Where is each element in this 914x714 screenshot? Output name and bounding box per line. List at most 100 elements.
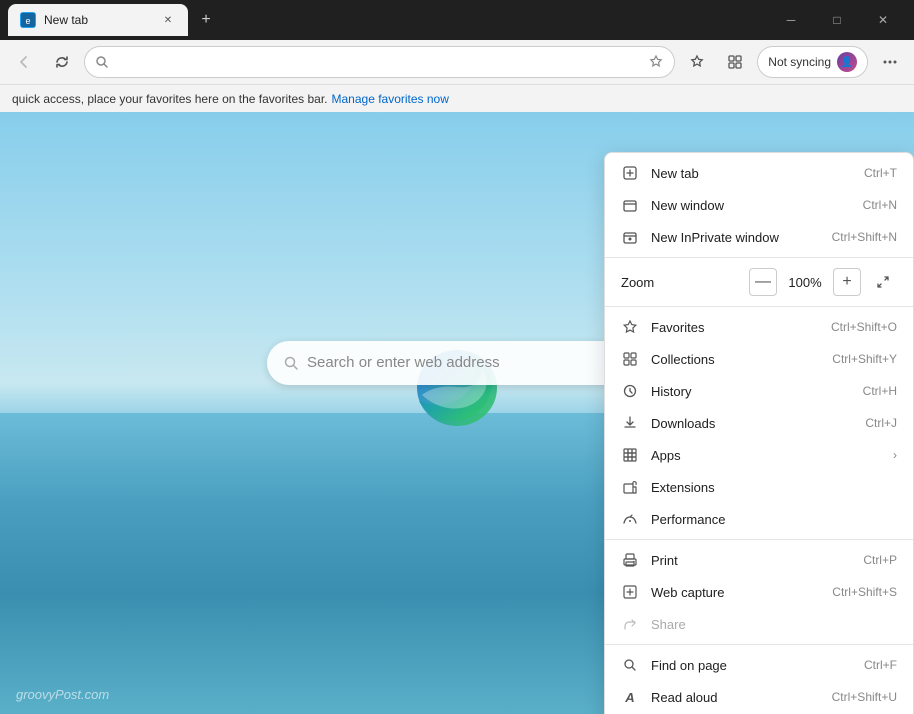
maximize-button[interactable]: □ <box>814 4 860 36</box>
menu-label-history: History <box>651 384 851 399</box>
share-icon <box>621 615 639 633</box>
collections-icon <box>621 350 639 368</box>
tab-favicon: e <box>20 12 36 28</box>
menu-label-performance: Performance <box>651 512 897 527</box>
page-search-placeholder: Search or enter web address <box>307 354 500 371</box>
zoom-label: Zoom <box>621 275 741 290</box>
menu-label-read-aloud: Read aloud <box>651 690 820 705</box>
profile-avatar: 👤 <box>837 52 857 72</box>
zoom-in-button[interactable]: + <box>833 268 861 296</box>
menu-label-downloads: Downloads <box>651 416 853 431</box>
menu-label-new-tab: New tab <box>651 166 852 181</box>
new-tab-icon <box>621 164 639 182</box>
divider-4 <box>605 644 913 645</box>
favorites-bar: quick access, place your favorites here … <box>0 84 914 112</box>
menu-item-apps[interactable]: Apps › <box>605 439 913 471</box>
close-button[interactable]: ✕ <box>860 4 906 36</box>
shortcut-web-capture: Ctrl+Shift+S <box>832 585 897 599</box>
menu-item-web-capture[interactable]: Web capture Ctrl+Shift+S <box>605 576 913 608</box>
menu-item-inprivate[interactable]: New InPrivate window Ctrl+Shift+N <box>605 221 913 253</box>
zoom-expand-button[interactable] <box>869 268 897 296</box>
menu-item-read-aloud[interactable]: A Read aloud Ctrl+Shift+U <box>605 681 913 713</box>
extensions-icon <box>621 478 639 496</box>
shortcut-history: Ctrl+H <box>863 384 897 398</box>
menu-item-history[interactable]: History Ctrl+H <box>605 375 913 407</box>
settings-menu-button[interactable] <box>874 46 906 78</box>
shortcut-favorites: Ctrl+Shift+O <box>831 320 897 334</box>
menu-item-share: Share <box>605 608 913 640</box>
title-bar: e New tab ✕ + ─ □ ✕ <box>0 0 914 40</box>
zoom-value: 100% <box>785 275 825 290</box>
find-on-page-icon <box>621 656 639 674</box>
favbar-text: quick access, place your favorites here … <box>12 92 328 106</box>
watermark: groovyPost.com <box>16 687 109 702</box>
menu-label-print: Print <box>651 553 851 568</box>
divider-3 <box>605 539 913 540</box>
dropdown-menu: New tab Ctrl+T New window Ctrl+N New InP… <box>604 152 914 714</box>
sync-button[interactable]: Not syncing 👤 <box>757 46 868 78</box>
favorites-star-icon[interactable] <box>648 54 664 70</box>
menu-label-extensions: Extensions <box>651 480 897 495</box>
menu-item-extensions[interactable]: Extensions <box>605 471 913 503</box>
favorites-icon <box>621 318 639 336</box>
apps-arrow-icon: › <box>893 448 897 462</box>
menu-label-inprivate: New InPrivate window <box>651 230 820 245</box>
divider-2 <box>605 306 913 307</box>
apps-icon <box>621 446 639 464</box>
shortcut-downloads: Ctrl+J <box>865 416 897 430</box>
shortcut-read-aloud: Ctrl+Shift+U <box>832 690 897 704</box>
menu-label-apps: Apps <box>651 448 881 463</box>
window-controls: ─ □ ✕ <box>768 4 906 36</box>
performance-icon <box>621 510 639 528</box>
tab-title: New tab <box>44 13 152 27</box>
new-tab-button[interactable]: + <box>192 6 220 34</box>
manage-favorites-link[interactable]: Manage favorites now <box>332 92 449 106</box>
read-aloud-icon: A <box>621 688 639 706</box>
zoom-out-button[interactable]: — <box>749 268 777 296</box>
web-capture-icon <box>621 583 639 601</box>
star-button[interactable] <box>681 46 713 78</box>
downloads-icon <box>621 414 639 432</box>
minimize-button[interactable]: ─ <box>768 4 814 36</box>
shortcut-inprivate: Ctrl+Shift+N <box>832 230 897 244</box>
print-icon <box>621 551 639 569</box>
page-search-bar[interactable]: Search or enter web address <box>267 341 647 385</box>
address-bar[interactable] <box>84 46 675 78</box>
menu-item-new-tab[interactable]: New tab Ctrl+T <box>605 157 913 189</box>
svg-text:e: e <box>25 16 30 26</box>
history-icon <box>621 382 639 400</box>
menu-item-performance[interactable]: Performance <box>605 503 913 535</box>
menu-item-new-window[interactable]: New window Ctrl+N <box>605 189 913 221</box>
new-window-icon <box>621 196 639 214</box>
menu-item-downloads[interactable]: Downloads Ctrl+J <box>605 407 913 439</box>
menu-item-collections[interactable]: Collections Ctrl+Shift+Y <box>605 343 913 375</box>
sync-label: Not syncing <box>768 55 831 69</box>
menu-label-collections: Collections <box>651 352 820 367</box>
shortcut-collections: Ctrl+Shift+Y <box>832 352 897 366</box>
shortcut-new-tab: Ctrl+T <box>864 166 897 180</box>
toolbar: Not syncing 👤 <box>0 40 914 84</box>
back-button[interactable] <box>8 46 40 78</box>
refresh-button[interactable] <box>46 46 78 78</box>
menu-item-find-on-page[interactable]: Find on page Ctrl+F <box>605 649 913 681</box>
menu-item-print[interactable]: Print Ctrl+P <box>605 544 913 576</box>
menu-label-find-on-page: Find on page <box>651 658 852 673</box>
menu-label-share: Share <box>651 617 897 632</box>
shortcut-find-on-page: Ctrl+F <box>864 658 897 672</box>
page-search-icon <box>283 355 299 371</box>
menu-label-new-window: New window <box>651 198 851 213</box>
active-tab[interactable]: e New tab ✕ <box>8 4 188 36</box>
menu-label-web-capture: Web capture <box>651 585 820 600</box>
search-icon <box>95 55 109 69</box>
shortcut-new-window: Ctrl+N <box>863 198 897 212</box>
menu-label-favorites: Favorites <box>651 320 819 335</box>
divider-1 <box>605 257 913 258</box>
shortcut-print: Ctrl+P <box>863 553 897 567</box>
address-input[interactable] <box>115 55 642 70</box>
inprivate-icon <box>621 228 639 246</box>
menu-item-favorites[interactable]: Favorites Ctrl+Shift+O <box>605 311 913 343</box>
browser-content: Search or enter web address groovyPost.c… <box>0 112 914 714</box>
tab-close-button[interactable]: ✕ <box>160 12 176 28</box>
collections-button[interactable] <box>719 46 751 78</box>
zoom-row: Zoom — 100% + <box>605 262 913 302</box>
